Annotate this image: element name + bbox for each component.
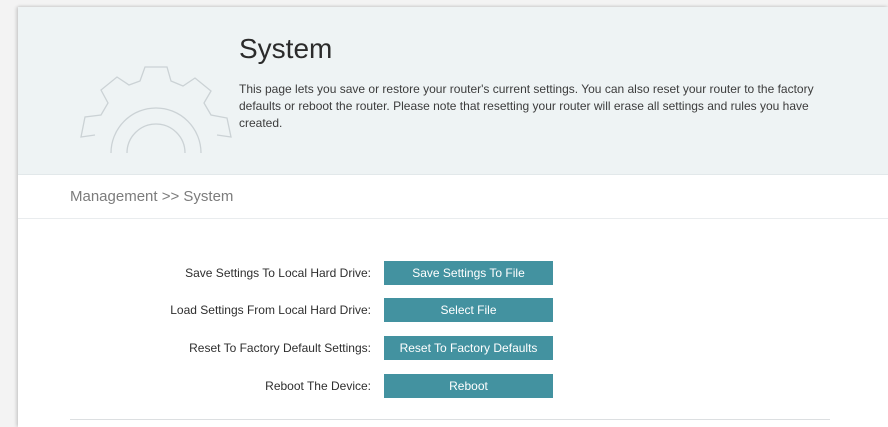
page-description: This page lets you save or restore your …	[239, 82, 814, 130]
divider	[18, 218, 888, 219]
reboot-row: Reboot The Device: Reboot	[18, 374, 888, 398]
select-file-button[interactable]: Select File	[384, 298, 553, 322]
breadcrumb: Management >> System	[70, 188, 234, 205]
factory-reset-button[interactable]: Reset To Factory Defaults	[384, 336, 553, 360]
reboot-label: Reboot The Device:	[265, 379, 371, 393]
gear-icon	[80, 66, 232, 154]
save-settings-row: Save Settings To Local Hard Drive: Save …	[18, 261, 888, 285]
save-settings-label: Save Settings To Local Hard Drive:	[185, 266, 371, 280]
page-title: System	[239, 33, 333, 64]
reboot-button[interactable]: Reboot	[384, 374, 553, 398]
load-settings-row: Load Settings From Local Hard Drive: Sel…	[18, 298, 888, 322]
load-settings-label: Load Settings From Local Hard Drive:	[170, 303, 371, 317]
main-panel: System This page lets you save or restor…	[18, 7, 888, 427]
page-header: System This page lets you save or restor…	[18, 7, 888, 175]
factory-reset-row: Reset To Factory Default Settings: Reset…	[18, 336, 888, 360]
save-settings-button[interactable]: Save Settings To File	[384, 261, 553, 285]
bottom-divider	[70, 419, 830, 420]
factory-reset-label: Reset To Factory Default Settings:	[189, 341, 371, 355]
